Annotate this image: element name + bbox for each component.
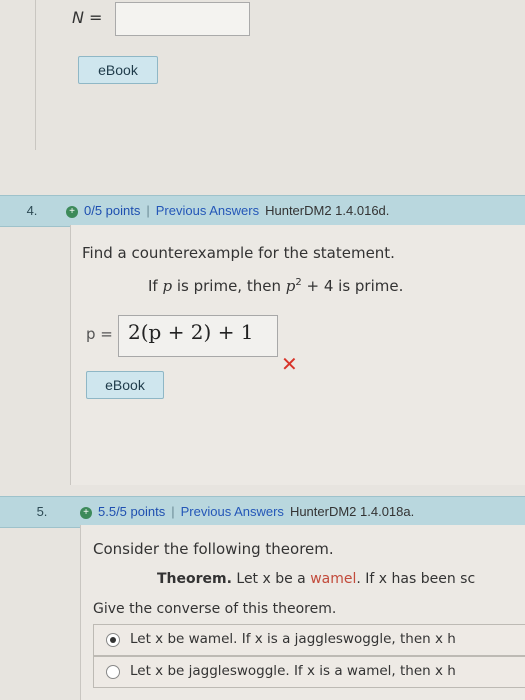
- ebook-button[interactable]: eBook: [86, 371, 164, 399]
- question-prompt: Consider the following theorem.: [93, 540, 334, 558]
- separator: |: [146, 203, 150, 218]
- expand-plus-icon[interactable]: +: [66, 205, 78, 218]
- theorem-text-1: Let x be a: [231, 571, 311, 587]
- theorem-text: Theorem. Let x be a wamel. If x has been…: [157, 571, 475, 587]
- points-link[interactable]: 5.5/5 points: [98, 504, 165, 519]
- question-4-header: 4. +0/5 points | Previous Answers HunterDM2…: [0, 195, 525, 227]
- n-answer-input[interactable]: [115, 2, 250, 36]
- question-code: HunterDM2 1.4.018a.: [289, 504, 415, 519]
- statement-var: p: [162, 277, 173, 295]
- converse-question: Give the converse of this theorem.: [93, 601, 337, 617]
- radio-unselected-icon[interactable]: [106, 665, 120, 679]
- option-label: Let x be jaggleswoggle. If x is a wamel,…: [130, 663, 456, 679]
- statement-var2: p: [285, 277, 296, 295]
- separator: |: [171, 504, 175, 519]
- theorem-text-2: . If x has been sc: [356, 571, 476, 587]
- radio-selected-icon[interactable]: [106, 633, 120, 647]
- question-5-header: 5. +5.5/5 points | Previous Answers HunterD…: [0, 496, 525, 528]
- question-number: 4.: [26, 203, 38, 218]
- question-meta: +5.5/5 points | Previous Answers HunterDM2 …: [80, 497, 414, 527]
- theorem-label: Theorem.: [157, 571, 232, 587]
- expand-plus-icon[interactable]: +: [80, 506, 92, 519]
- question-code: HunterDM2 1.4.016d.: [265, 203, 390, 218]
- statement: If p is prime, then p2 + 4 is prime.: [148, 277, 403, 295]
- question-prompt: Find a counterexample for the statement.: [82, 244, 395, 262]
- previous-answers-link[interactable]: Previous Answers: [156, 203, 259, 218]
- theorem-term-link[interactable]: wamel: [310, 571, 356, 587]
- answer-option[interactable]: Let x be jaggleswoggle. If x is a wamel,…: [93, 656, 525, 688]
- incorrect-x-icon: ✕: [281, 352, 298, 376]
- statement-mid: is prime, then: [172, 277, 286, 295]
- answer-value: 2(p + 2) + 1: [128, 320, 254, 344]
- ebook-button[interactable]: eBook: [78, 56, 158, 84]
- points-link[interactable]: 0/5 points: [84, 203, 140, 218]
- n-label: N =: [72, 8, 103, 27]
- previous-answers-link[interactable]: Previous Answers: [181, 504, 284, 519]
- statement-prefix: If: [148, 277, 163, 295]
- question-number: 5.: [36, 504, 48, 519]
- answer-label: p =: [86, 325, 113, 343]
- answer-option[interactable]: Let x be wamel. If x is a jaggleswoggle,…: [93, 624, 525, 656]
- option-label: Let x be wamel. If x is a jaggleswoggle,…: [130, 631, 456, 647]
- question-meta: +0/5 points | Previous Answers HunterDM2 1.…: [66, 196, 389, 226]
- statement-suffix: + 4 is prime.: [301, 277, 404, 295]
